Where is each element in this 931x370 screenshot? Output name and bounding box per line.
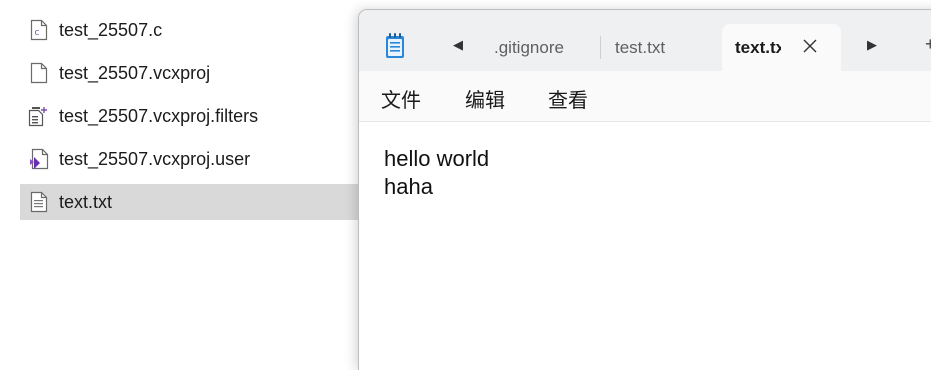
file-name: test_25507.vcxproj — [59, 62, 211, 83]
tab-test-txt[interactable]: test.txt — [615, 38, 665, 58]
notepad-icon — [385, 33, 405, 59]
file-item-vcxproj[interactable]: test_25507.vcxproj — [20, 55, 380, 91]
scroll-tabs-left-icon[interactable]: ◀ — [453, 37, 463, 53]
visual-studio-file-icon — [28, 147, 50, 171]
file-name: test_25507.vcxproj.user — [59, 148, 251, 169]
file-item-text-txt[interactable]: text.txt — [20, 184, 380, 220]
text-editor[interactable]: hello world haha — [359, 122, 931, 370]
c-source-file-icon: c — [28, 18, 50, 42]
menu-edit[interactable]: 编辑 — [465, 84, 505, 113]
editor-line: hello world — [384, 146, 490, 171]
file-name: test_25507.vcxproj.filters — [59, 105, 259, 126]
menu-file[interactable]: 文件 — [381, 84, 421, 113]
file-name: text.txt — [59, 191, 113, 212]
tab-gitignore[interactable]: .gitignore — [494, 38, 564, 58]
tab-label: text.txt — [735, 38, 781, 57]
tab-text-txt-active[interactable]: text.txt — [722, 24, 841, 71]
menu-view[interactable]: 查看 — [548, 84, 588, 113]
file-item-user[interactable]: test_25507.vcxproj.user — [20, 141, 380, 177]
blank-file-icon — [28, 61, 50, 85]
menu-bar: 文件 编辑 查看 — [359, 71, 931, 122]
new-tab-icon[interactable]: + — [925, 34, 931, 55]
editor-line: haha — [384, 174, 433, 199]
notepad-window: ◀ .gitignore test.txt text.txt ▶ + 文件 编辑… — [359, 10, 931, 370]
file-name: test_25507.c — [59, 19, 163, 40]
scroll-tabs-right-icon[interactable]: ▶ — [867, 37, 877, 53]
filters-file-icon — [28, 104, 50, 128]
text-file-icon — [28, 190, 50, 214]
close-tab-icon[interactable] — [800, 36, 820, 56]
file-item-c-source[interactable]: c test_25507.c — [20, 12, 380, 48]
svg-text:c: c — [35, 28, 40, 38]
tab-divider — [600, 36, 601, 59]
title-bar[interactable]: ◀ .gitignore test.txt text.txt ▶ + — [359, 10, 931, 71]
file-item-filters[interactable]: test_25507.vcxproj.filters — [20, 98, 380, 134]
